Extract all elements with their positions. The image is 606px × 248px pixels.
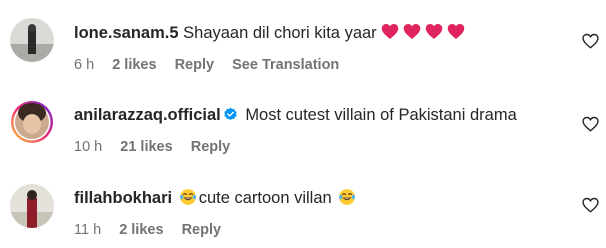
like-heart-icon[interactable] <box>582 116 599 132</box>
comment-username[interactable]: anilarazzaq.official <box>74 106 221 124</box>
comment-meta: 10 h 21 likes Reply <box>74 138 244 156</box>
comment-meta: 11 h 2 likes Reply <box>74 221 235 239</box>
reply-button[interactable]: Reply <box>182 222 222 238</box>
reply-button[interactable]: Reply <box>191 139 231 155</box>
comment-username[interactable]: lone.sanam.5 <box>74 24 179 42</box>
comment-text-line: anilarazzaq.official Most cutest villain… <box>74 104 517 126</box>
comment-likes[interactable]: 2 likes <box>112 57 156 73</box>
red-heart-emoji-icon <box>377 24 465 42</box>
comment-time: 11 h <box>74 222 102 238</box>
like-heart-icon[interactable] <box>582 197 599 213</box>
verified-badge-icon <box>223 107 237 121</box>
comment-meta: 6 h 2 likes Reply See Translation <box>74 56 353 74</box>
comment-likes[interactable]: 21 likes <box>120 139 172 155</box>
avatar-image <box>10 18 54 62</box>
avatar-image <box>11 101 53 143</box>
comment-text-line: fillahbokhari cute cartoon villan <box>74 187 358 209</box>
comment-time: 10 h <box>74 139 103 155</box>
comment-text-line: lone.sanam.5 Shayaan dil chori kita yaar <box>74 22 465 44</box>
comment-username[interactable]: fillahbokhari <box>74 189 172 207</box>
comment-time: 6 h <box>74 57 95 73</box>
avatar[interactable] <box>10 184 54 228</box>
laughing-tears-emoji-icon <box>177 189 199 207</box>
like-heart-icon[interactable] <box>582 33 599 49</box>
comment-item: anilarazzaq.official Most cutest villain… <box>0 83 606 163</box>
see-translation-button[interactable]: See Translation <box>232 57 339 73</box>
reply-button[interactable]: Reply <box>175 57 215 73</box>
comment-likes[interactable]: 2 likes <box>119 222 163 238</box>
comment-text: cute cartoon villan <box>198 189 332 207</box>
avatar[interactable] <box>10 18 54 62</box>
comment-item: lone.sanam.5 Shayaan dil chori kita yaar… <box>0 0 606 80</box>
comment-text: Shayaan dil chori kita yaar <box>183 24 377 42</box>
comment-text: Most cutest villain of Pakistani drama <box>245 106 517 124</box>
avatar[interactable] <box>10 100 54 144</box>
laughing-tears-emoji-icon <box>336 189 358 207</box>
comment-item: fillahbokhari cute cartoon villan 11 h 2… <box>0 166 606 246</box>
avatar-image <box>10 184 54 228</box>
